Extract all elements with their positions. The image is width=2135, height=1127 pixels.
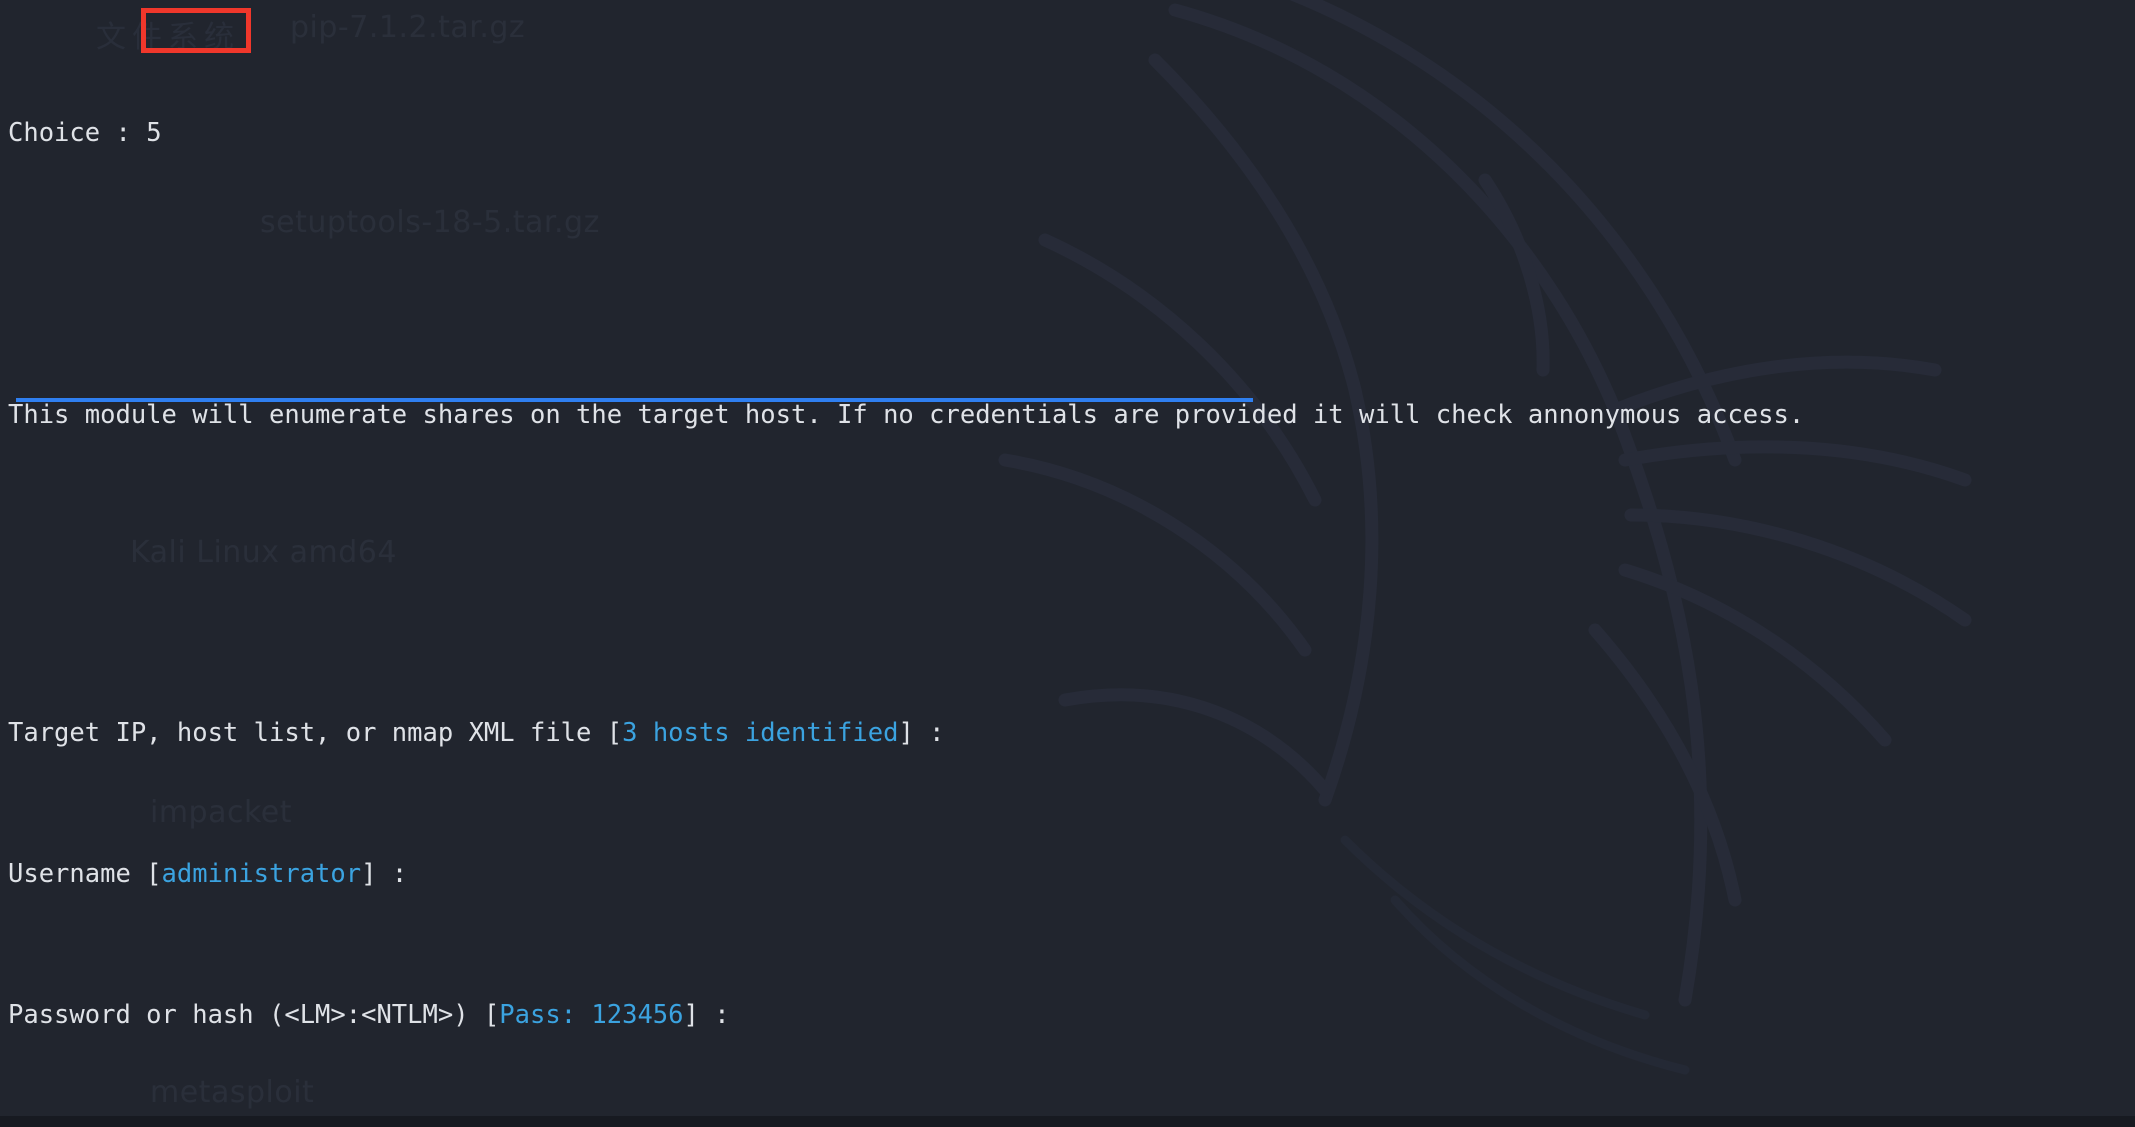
bracket-open: [ — [483, 1000, 500, 1031]
input-suffix: : — [698, 1000, 730, 1031]
choice-prompt-line: Choice : 5 — [8, 116, 2135, 151]
bracket-close: ] — [898, 717, 914, 748]
table-header-rule — [16, 398, 1253, 402]
console-output: Choice : 5 This module will enumerate sh… — [0, 0, 2135, 1127]
choice-value[interactable]: 5 — [146, 118, 161, 148]
bracket-open: [ — [606, 717, 623, 748]
bottom-edge-strip — [0, 1116, 2135, 1127]
bracket-close: ] — [683, 1000, 699, 1031]
choice-label: Choice — [8, 117, 101, 148]
input-suffix: : — [913, 717, 945, 748]
input-label: Password or hash (<LM>:<NTLM>) — [8, 1000, 484, 1031]
input-row-password[interactable]: Password or hash (<LM>:<NTLM>) [Pass: 12… — [8, 998, 2135, 1033]
bracket-open: [ — [146, 859, 162, 890]
module-description: This module will enumerate shares on the… — [8, 400, 1805, 431]
input-row-username[interactable]: Username [administrator] : — [8, 857, 2135, 892]
choice-highlight-box — [141, 8, 251, 53]
input-suffix: : — [376, 859, 408, 890]
choice-separator: : — [100, 117, 147, 148]
input-default-value: 3 hosts identified — [622, 717, 899, 748]
input-row-target[interactable]: Target IP, host list, or nmap XML file [… — [8, 716, 2135, 751]
input-label: Username — [8, 859, 147, 890]
terminal-window: pip-7.1.2.tar.gz setuptools-18-5.tar.gz … — [0, 0, 2135, 1127]
input-default-value: Pass: 123456 — [499, 1000, 684, 1031]
bracket-close: ] — [361, 859, 377, 890]
input-label: Target IP, host list, or nmap XML file — [8, 717, 607, 748]
input-default-value: administrator — [161, 859, 362, 890]
